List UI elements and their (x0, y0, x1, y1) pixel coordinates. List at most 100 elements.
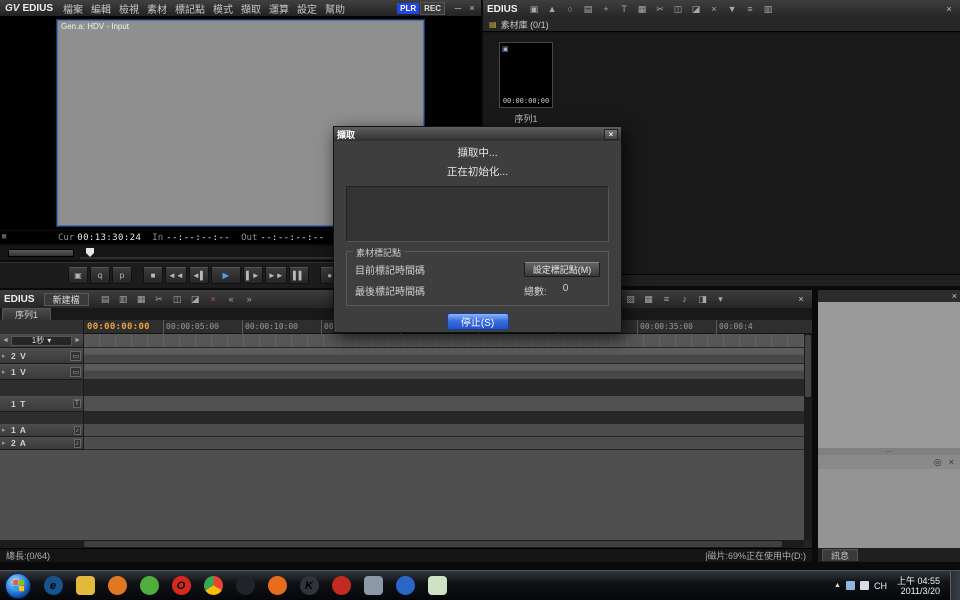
audio-track-icon[interactable]: ♪ (74, 426, 82, 435)
time-scale-selector[interactable]: ◄ 1秒▾ ► (0, 334, 84, 348)
bin-close-button[interactable]: × (942, 4, 956, 14)
capture-button[interactable]: ▣ (68, 267, 88, 284)
open-project-icon[interactable]: ▥ (116, 293, 131, 306)
track-lane-2v[interactable] (84, 348, 804, 364)
new-sequence-icon[interactable]: ▣ (527, 3, 542, 16)
properties-icon[interactable]: ▦ (635, 3, 650, 16)
clip-name-label[interactable]: 序列1 (488, 112, 564, 125)
project-name-field[interactable]: 新建檔 (44, 293, 89, 306)
language-indicator[interactable]: CH (874, 581, 887, 591)
timeline-close-button[interactable]: × (794, 294, 808, 304)
media-player-icon[interactable] (102, 573, 132, 599)
marker-lane[interactable] (84, 334, 804, 348)
tab-sequence-1[interactable]: 序列1 (2, 308, 51, 320)
track-header-1t[interactable]: 1 T T (0, 396, 84, 412)
track-lane-2a[interactable] (84, 437, 804, 450)
audio-track-icon[interactable]: ♪ (74, 439, 82, 448)
chrome-icon[interactable] (198, 573, 228, 599)
redo-icon[interactable]: » (242, 293, 257, 306)
firefox-icon[interactable] (262, 573, 292, 599)
hidden-icons-button[interactable]: ▲ (834, 582, 841, 589)
delete-icon[interactable]: × (206, 293, 221, 306)
app-blue-icon[interactable] (390, 573, 420, 599)
sort-icon[interactable]: ▼ (725, 3, 740, 16)
menu-edit[interactable]: 編輯 (87, 1, 115, 16)
cut-icon[interactable]: ✂ (152, 293, 167, 306)
menu-clip[interactable]: 素材 (143, 1, 171, 16)
explorer-icon[interactable] (70, 573, 100, 599)
dialog-titlebar[interactable]: 擷取 × (334, 127, 621, 141)
show-desktop-button[interactable] (950, 571, 960, 600)
step-back-button[interactable]: ◄▌ (189, 267, 209, 284)
mark-in-button[interactable]: q (90, 267, 110, 284)
minimize-button[interactable]: ─ (451, 3, 465, 13)
menu-mode[interactable]: 模式 (209, 1, 237, 16)
title-track-icon[interactable]: T (73, 399, 81, 408)
network-tray-icon[interactable] (846, 581, 855, 590)
title-icon[interactable]: T (617, 3, 632, 16)
save-project-icon[interactable]: ▦ (134, 293, 149, 306)
clock[interactable]: 上午 04:55 2011/3/20 (892, 576, 945, 596)
app-green-icon[interactable] (134, 573, 164, 599)
start-button[interactable] (5, 573, 31, 599)
rewind-button[interactable]: ◄◄ (165, 267, 187, 284)
track-header-1v[interactable]: ▸ 1 V ▭ (0, 364, 84, 380)
menu-capture[interactable]: 擷取 (237, 1, 265, 16)
app-dark-icon[interactable]: K (294, 573, 324, 599)
expand-icon[interactable]: ▸ (2, 426, 9, 434)
menu-render[interactable]: 運算 (265, 1, 293, 16)
hscroll-thumb[interactable] (84, 541, 782, 547)
folder-up-icon[interactable]: ▲ (545, 3, 560, 16)
snap-icon[interactable]: ▦ (641, 293, 656, 306)
timeline-empty-area[interactable] (0, 450, 804, 540)
effects-icon[interactable]: ◨ (695, 293, 710, 306)
volume-tray-icon[interactable] (860, 581, 869, 590)
scale-dropdown-icon[interactable]: ▾ (47, 336, 51, 345)
track-header-2a[interactable]: ▸ 2 A ♪ (0, 437, 84, 450)
vscroll-thumb[interactable] (805, 335, 811, 397)
cut-icon[interactable]: ✂ (653, 3, 668, 16)
add-clip-icon[interactable]: + (599, 3, 614, 16)
scale-left-icon[interactable]: ◄ (2, 337, 9, 344)
clip-thumbnail[interactable]: ▣ 00:00:00;00 (499, 42, 553, 108)
palette-close-button[interactable]: × (952, 291, 957, 301)
bin-folder-label[interactable]: 素材庫 (0/1) (501, 18, 549, 31)
play-button[interactable]: ► (211, 267, 241, 284)
copy-icon[interactable]: ◫ (170, 293, 185, 306)
notepad-icon[interactable] (422, 573, 452, 599)
panel-close-icon[interactable]: × (949, 457, 954, 467)
menu-settings[interactable]: 設定 (293, 1, 321, 16)
preview-icon[interactable]: ◎ (934, 457, 942, 468)
video-track-icon[interactable]: ▭ (70, 351, 81, 361)
track-header-2v[interactable]: ▸ 2 V ▭ (0, 348, 84, 364)
undo-icon[interactable]: « (224, 293, 239, 306)
level-meter[interactable] (8, 249, 74, 257)
app-red-icon[interactable] (326, 573, 356, 599)
search-icon[interactable]: ○ (563, 3, 578, 16)
expand-icon[interactable]: ▸ (2, 439, 9, 447)
dialog-close-button[interactable]: × (604, 129, 618, 140)
player-mode-button[interactable]: PLR (397, 3, 419, 14)
dock-icon[interactable]: ▦ (2, 232, 6, 240)
opera-icon[interactable]: O (166, 573, 196, 599)
menu-help[interactable]: 幫助 (321, 1, 349, 16)
track-lane-1t[interactable] (84, 396, 804, 412)
close-button[interactable]: × (465, 3, 479, 13)
ie-icon[interactable]: e (38, 573, 68, 599)
expand-icon[interactable]: ▸ (2, 352, 9, 360)
recorder-mode-button[interactable]: REC (420, 2, 445, 15)
step-forward-button[interactable]: ▌► (243, 267, 263, 284)
settings-icon[interactable]: ≡ (743, 3, 758, 16)
copy-icon[interactable]: ◫ (671, 3, 686, 16)
new-project-icon[interactable]: ▤ (98, 293, 113, 306)
options-icon[interactable]: ▾ (713, 293, 728, 306)
qq-icon[interactable] (230, 573, 260, 599)
palette-splitter[interactable]: — (818, 448, 960, 455)
video-track-icon[interactable]: ▭ (70, 367, 81, 377)
set-marker-button[interactable]: 設定標記點(M) (524, 262, 600, 277)
menu-view[interactable]: 檢視 (115, 1, 143, 16)
timeline-hscrollbar[interactable] (0, 540, 804, 548)
track-lane-1a[interactable] (84, 424, 804, 437)
track-header-1a[interactable]: ▸ 1 A ♪ (0, 424, 84, 437)
mode-icon[interactable]: ▧ (623, 293, 638, 306)
